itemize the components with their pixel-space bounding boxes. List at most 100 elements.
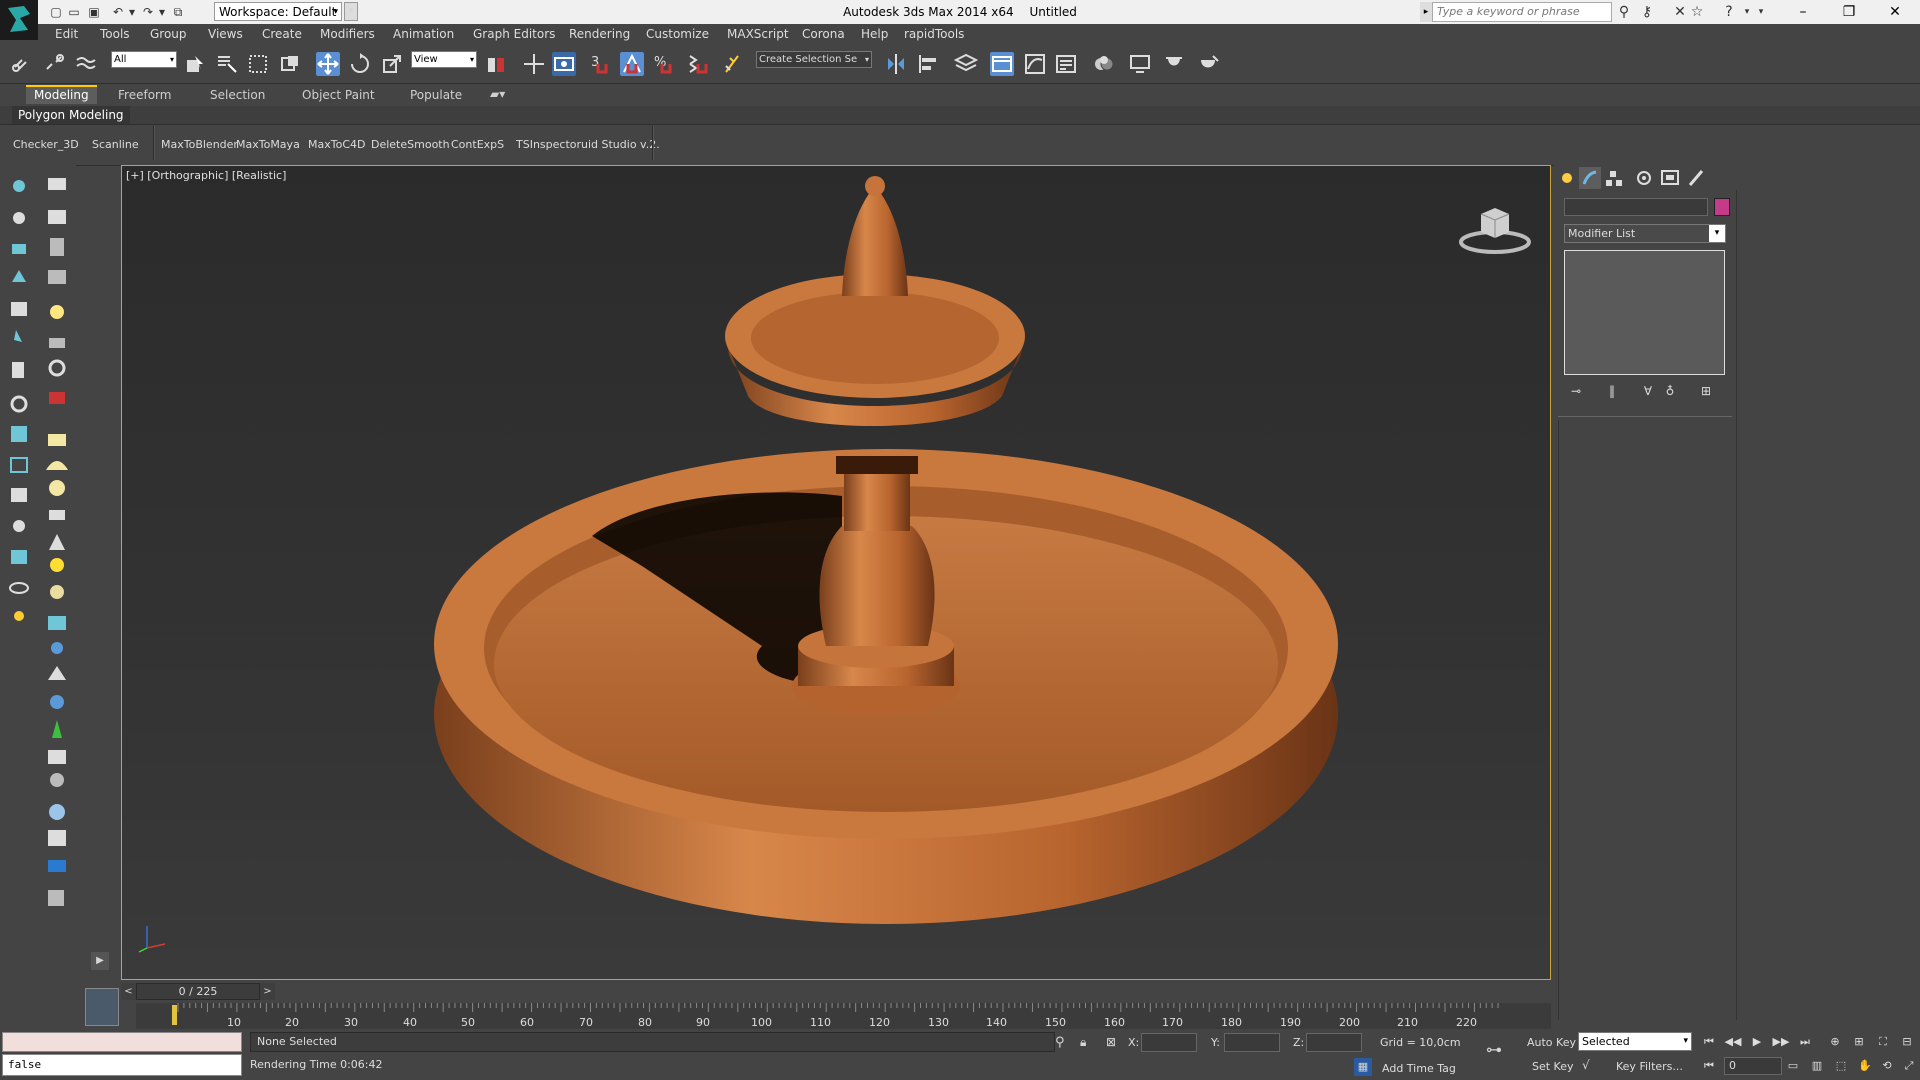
- material-editor-icon[interactable]: [1092, 52, 1116, 76]
- field-of-view-icon[interactable]: ▥: [1808, 1057, 1826, 1075]
- menu-create[interactable]: Create: [262, 26, 302, 43]
- menu-graph-editors[interactable]: Graph Editors: [473, 26, 555, 43]
- expand-toolbar-icon[interactable]: ▶: [91, 952, 109, 970]
- viewport-perspective[interactable]: [121, 165, 1551, 980]
- minimize-icon[interactable]: –: [1780, 0, 1826, 24]
- zoom-all-icon[interactable]: ⊞: [1850, 1033, 1868, 1051]
- rendered-frame-window-icon[interactable]: [1162, 52, 1186, 76]
- viewcube-icon[interactable]: [1455, 200, 1535, 255]
- delete-smooth-button[interactable]: DeleteSmooth: [371, 137, 450, 153]
- redo-dropdown-icon[interactable]: ▾: [154, 4, 170, 20]
- z-coordinate-field[interactable]: [1306, 1033, 1362, 1052]
- pivot-center-icon[interactable]: [484, 52, 508, 76]
- link-icon[interactable]: [10, 52, 34, 76]
- rectangular-selection-icon[interactable]: [246, 52, 270, 76]
- tab-freeform[interactable]: Freeform: [118, 87, 171, 104]
- select-by-name-icon[interactable]: [214, 52, 238, 76]
- zoom-region-icon[interactable]: ⬚: [1832, 1057, 1850, 1075]
- open-file-icon[interactable]: ▭: [66, 4, 82, 20]
- close-icon[interactable]: ✕: [1872, 0, 1918, 24]
- next-key-icon[interactable]: ▶︎▶︎: [1772, 1033, 1790, 1051]
- key-mode-dropdown[interactable]: Selected ▾: [1578, 1032, 1692, 1051]
- modifier-list-dropdown[interactable]: Modifier List ▾: [1564, 224, 1726, 243]
- pan-view-icon[interactable]: ✋: [1856, 1057, 1874, 1075]
- project-folder-icon[interactable]: ⧉: [170, 4, 186, 20]
- render-production-icon[interactable]: [1196, 52, 1220, 76]
- max-to-c4d-button[interactable]: MaxToC4D: [308, 137, 365, 153]
- menu-help[interactable]: Help: [861, 26, 888, 43]
- zoom-extents-all-icon[interactable]: ⊟: [1898, 1033, 1916, 1051]
- max-to-maya-button[interactable]: MaxToMaya: [236, 137, 300, 153]
- object-color-swatch[interactable]: [1714, 198, 1730, 216]
- previous-frame-icon[interactable]: <: [121, 983, 136, 1000]
- modifier-stack[interactable]: [1564, 250, 1725, 375]
- schematic-view-icon[interactable]: [1054, 52, 1078, 76]
- edit-named-selection-icon[interactable]: [722, 52, 746, 76]
- key-mode-toggle-icon[interactable]: ⏮: [1700, 1057, 1718, 1075]
- tab-object-paint[interactable]: Object Paint: [302, 87, 375, 104]
- zoom-icon[interactable]: ⊕: [1826, 1033, 1844, 1051]
- rotate-icon[interactable]: [348, 52, 372, 76]
- search-expand-icon[interactable]: ▸: [1420, 2, 1432, 22]
- orbit-icon[interactable]: ⟲: [1878, 1057, 1896, 1075]
- add-time-tag-button[interactable]: Add Time Tag: [1382, 1062, 1456, 1075]
- selection-filter-dropdown[interactable]: All ▾: [111, 51, 177, 68]
- ribbon-options-icon[interactable]: ▰▾: [490, 86, 505, 103]
- help-icon[interactable]: ?: [1720, 3, 1738, 21]
- y-coordinate-field[interactable]: [1224, 1033, 1280, 1052]
- x-coordinate-field[interactable]: [1141, 1033, 1197, 1052]
- scale-icon[interactable]: [380, 52, 404, 76]
- new-file-icon[interactable]: ▢: [48, 4, 64, 20]
- tab-modeling[interactable]: Modeling: [26, 85, 97, 104]
- checker-3d-button[interactable]: Checker_3D: [13, 137, 79, 153]
- reference-coordinate-dropdown[interactable]: View ▾: [411, 51, 477, 68]
- go-to-end-icon[interactable]: ⏭: [1796, 1033, 1814, 1051]
- menu-rapidtools[interactable]: rapidTools: [904, 26, 964, 43]
- select-manipulate-icon[interactable]: [522, 52, 546, 76]
- menu-group[interactable]: Group: [150, 26, 187, 43]
- cont-exps-button[interactable]: ContExpS: [451, 137, 504, 153]
- restore-icon[interactable]: ❐: [1826, 0, 1872, 24]
- unlink-icon[interactable]: [42, 52, 66, 76]
- motion-tab-icon[interactable]: [1637, 171, 1651, 185]
- set-key-button[interactable]: Set Key: [1532, 1060, 1574, 1073]
- configure-modifier-sets-icon[interactable]: ⊞: [1696, 382, 1716, 400]
- viewport-label[interactable]: [+] [Orthographic] [Realistic]: [126, 169, 286, 182]
- angle-snap-icon[interactable]: [620, 52, 644, 76]
- fountain-model[interactable]: [122, 166, 1551, 980]
- time-configuration-icon[interactable]: ▭: [1784, 1057, 1802, 1075]
- named-selection-set-dropdown[interactable]: Create Selection Se ▾: [756, 51, 872, 68]
- maxscript-output[interactable]: false: [2, 1054, 242, 1076]
- next-frame-icon[interactable]: >: [260, 983, 275, 1000]
- menu-animation[interactable]: Animation: [393, 26, 454, 43]
- layer-manager-icon[interactable]: [953, 52, 979, 76]
- percent-snap-icon[interactable]: %: [652, 52, 676, 76]
- scanline-button[interactable]: Scanline: [92, 137, 139, 153]
- modify-tab-icon[interactable]: [1579, 167, 1601, 189]
- spinner-snap-icon[interactable]: [684, 52, 708, 76]
- key-icon[interactable]: ⚷: [1638, 3, 1656, 21]
- search-input[interactable]: Type a keyword or phrase: [1432, 2, 1612, 22]
- menu-modifiers[interactable]: Modifiers: [320, 26, 375, 43]
- menu-corona[interactable]: Corona: [802, 26, 845, 43]
- workspace-dropdown[interactable]: Workspace: Default ▾: [214, 2, 342, 21]
- max-to-blender-button[interactable]: MaxToBlender: [161, 137, 238, 153]
- titlebar-menu-icon[interactable]: ▾: [1752, 3, 1770, 21]
- undo-dropdown-icon[interactable]: ▾: [124, 4, 140, 20]
- set-keys-icon[interactable]: ⊶: [1486, 1040, 1502, 1059]
- polygon-modeling-panel-label[interactable]: Polygon Modeling: [12, 106, 130, 124]
- binoculars-icon[interactable]: ⚲: [1615, 3, 1633, 21]
- menu-edit[interactable]: Edit: [55, 26, 78, 43]
- show-end-result-icon[interactable]: ‖: [1602, 382, 1622, 400]
- zoom-extents-icon[interactable]: ⛶: [1874, 1033, 1892, 1051]
- snaps-toggle-icon[interactable]: 3: [588, 52, 612, 76]
- tab-selection[interactable]: Selection: [210, 87, 265, 104]
- isolate-selection-icon[interactable]: ⚲: [1055, 1035, 1065, 1050]
- curve-editor-icon[interactable]: [1023, 52, 1047, 76]
- absolute-mode-icon[interactable]: ⊠: [1106, 1035, 1116, 1049]
- menu-rendering[interactable]: Rendering: [569, 26, 630, 43]
- move-icon[interactable]: [316, 52, 340, 76]
- remove-modifier-icon[interactable]: ♁: [1660, 382, 1680, 400]
- create-tab-icon[interactable]: [1562, 173, 1572, 183]
- previous-key-icon[interactable]: ◀︎◀︎: [1724, 1033, 1742, 1051]
